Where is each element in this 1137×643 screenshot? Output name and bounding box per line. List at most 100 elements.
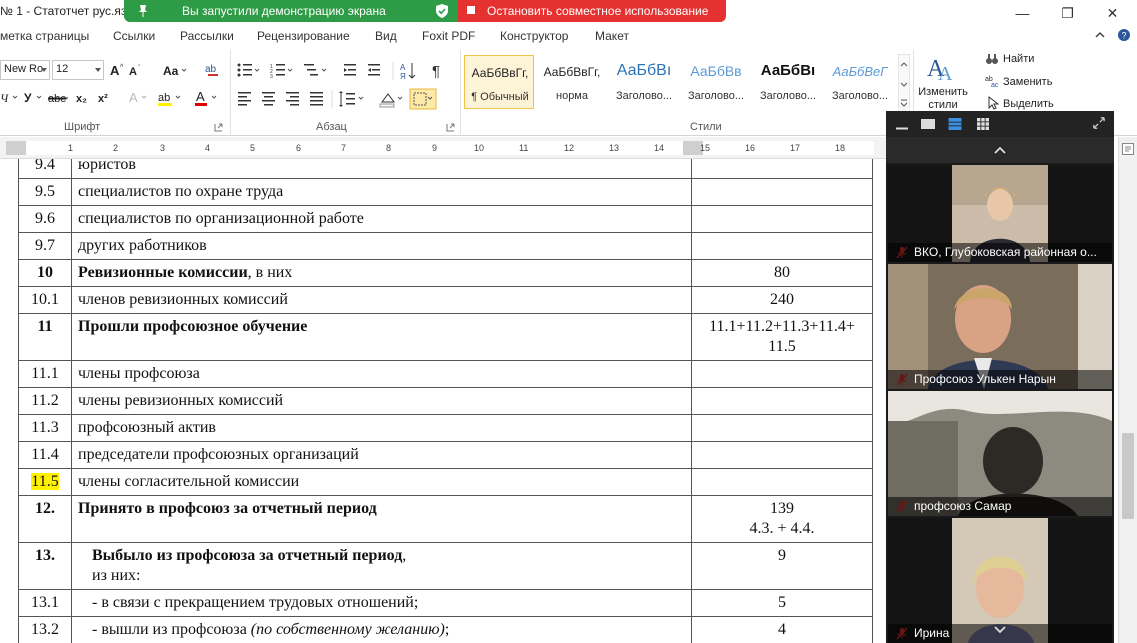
row-number-cell[interactable]: 11.2 — [18, 387, 72, 415]
style-heading-1[interactable]: АаБбВı Заголово... — [609, 55, 679, 109]
pin-icon[interactable] — [136, 4, 150, 18]
row-value-cell[interactable]: 139 4.3. + 4.4. — [691, 495, 873, 543]
row-text-cell[interactable]: председатели профсоюзных организаций — [71, 441, 692, 469]
tab-foxit-pdf[interactable]: Foxit PDF — [422, 29, 475, 43]
row-text-cell[interactable]: других работников — [71, 232, 692, 260]
participant-tile[interactable]: профсоюз Самар — [888, 391, 1112, 516]
dialog-launcher-icon[interactable] — [214, 123, 223, 132]
row-value-cell[interactable] — [691, 414, 873, 442]
help-icon[interactable]: ? — [1117, 28, 1131, 42]
font-name-combo[interactable]: New Ro — [0, 60, 50, 80]
row-number-cell[interactable]: 13.2 — [18, 616, 72, 643]
maximize-button[interactable]: ❐ — [1045, 0, 1090, 26]
tab-design[interactable]: Конструктор — [500, 29, 568, 43]
row-number-cell[interactable]: 9.6 — [18, 205, 72, 233]
row-text-cell[interactable]: Прошли профсоюзное обучение — [71, 313, 692, 361]
grow-shrink-font-icons[interactable]: A ^ Aˇ — [110, 62, 146, 78]
chevron-down-icon[interactable] — [41, 68, 47, 72]
tab-mailings[interactable]: Рассылки — [180, 29, 234, 43]
scroll-down-button[interactable] — [886, 617, 1114, 643]
ruler-toggle-icon[interactable] — [1122, 143, 1134, 155]
clear-formatting-icon[interactable]: ab — [204, 61, 222, 79]
row-number-cell[interactable]: 10.1 — [18, 286, 72, 314]
gallery-view-icon[interactable] — [976, 118, 990, 130]
speaker-view-icon[interactable] — [948, 118, 962, 130]
row-number-cell[interactable]: 10 — [18, 259, 72, 287]
tab-references[interactable]: Ссылки — [113, 29, 155, 43]
row-text-cell[interactable]: юристов — [71, 159, 692, 179]
paragraph-align-buttons[interactable] — [236, 88, 446, 110]
participant-tile[interactable]: ВКО, Глубоковская районная о... — [888, 165, 1112, 262]
row-number-cell[interactable]: 9.5 — [18, 178, 72, 206]
row-text-cell[interactable]: - вышли из профсоюза (по собственному же… — [71, 616, 692, 643]
chevron-up-icon[interactable] — [1093, 28, 1107, 42]
paragraph-list-buttons[interactable]: 123 АЯ ¶ — [236, 60, 456, 82]
minimize-panel-icon[interactable] — [896, 123, 908, 135]
minimize-button[interactable]: — — [1000, 0, 1045, 26]
row-value-cell[interactable] — [691, 468, 873, 496]
row-text-cell[interactable]: Ревизионные комиссии, в них — [71, 259, 692, 287]
style-normal[interactable]: АаБбВвГг, ¶ Обычный — [464, 55, 534, 109]
find-button[interactable]: Найти — [1003, 53, 1034, 65]
row-number-cell[interactable]: 13. — [18, 542, 72, 590]
style-heading-2[interactable]: АаБбВв Заголово... — [681, 55, 751, 109]
row-text-cell[interactable]: члены профсоюза — [71, 360, 692, 388]
scrollbar-thumb[interactable] — [1122, 433, 1134, 519]
scroll-up-button[interactable] — [886, 137, 1114, 163]
row-value-cell[interactable]: 240 — [691, 286, 873, 314]
dialog-launcher-icon[interactable] — [446, 123, 455, 132]
row-value-cell[interactable] — [691, 232, 873, 260]
row-value-cell[interactable] — [691, 178, 873, 206]
close-button[interactable]: ✕ — [1090, 0, 1135, 26]
row-value-cell[interactable] — [691, 360, 873, 388]
row-text-cell[interactable]: профсоюзный актив — [71, 414, 692, 442]
row-number-cell[interactable]: 11.5 — [18, 468, 72, 496]
row-number-cell[interactable]: 11.3 — [18, 414, 72, 442]
style-norma[interactable]: АаБбВвГг, норма — [537, 55, 607, 109]
row-text-cell[interactable]: члены ревизионных комиссий — [71, 387, 692, 415]
styles-gallery-scroll[interactable] — [898, 54, 910, 112]
screen-share-banner[interactable]: Вы запустили демонстрацию экрана — [124, 0, 458, 22]
change-styles-button[interactable]: Изменить стили — [914, 86, 972, 114]
style-heading-4[interactable]: АаБбВеГ Заголово... — [825, 55, 895, 109]
replace-button[interactable]: Заменить — [1003, 76, 1052, 88]
row-text-cell[interactable]: специалистов по организационной работе — [71, 205, 692, 233]
row-number-cell[interactable]: 9.4 — [18, 159, 72, 179]
row-value-cell[interactable]: 80 — [691, 259, 873, 287]
row-text-cell[interactable]: специалистов по охране труда — [71, 178, 692, 206]
row-text-cell[interactable]: члены согласительной комиссии — [71, 468, 692, 496]
row-value-cell[interactable]: 9 — [691, 542, 873, 590]
participant-tile[interactable]: Профсоюз Улькен Нарын — [888, 264, 1112, 389]
stop-sharing-button[interactable]: Остановить совместное использование — [458, 0, 726, 22]
row-value-cell[interactable]: 5 — [691, 589, 873, 617]
tab-page-layout[interactable]: метка страницы — [0, 29, 89, 43]
style-heading-3[interactable]: АаБбВı Заголово... — [753, 55, 823, 109]
row-value-cell[interactable] — [691, 205, 873, 233]
row-number-cell[interactable]: 9.7 — [18, 232, 72, 260]
document-page[interactable]: 9.4 юристов 9.5 специалистов по охране труд… — [0, 159, 886, 643]
row-number-cell[interactable]: 11 — [18, 313, 72, 361]
row-text-cell[interactable]: - в связи с прекращением трудовых отноше… — [71, 589, 692, 617]
font-format-buttons[interactable]: Ч У abe x₂ x² A ab A — [0, 88, 228, 108]
change-styles-icon[interactable]: AA — [926, 52, 958, 82]
chevron-down-icon[interactable] — [95, 68, 101, 72]
horizontal-ruler[interactable]: 3 2 1 4 5 6 7 8 9 10 11 12 13 14 15 16 1… — [0, 137, 886, 159]
row-value-cell[interactable] — [691, 441, 873, 469]
row-value-cell[interactable]: 4 — [691, 616, 873, 643]
row-text-cell[interactable]: Принято в профсоюз за отчетный период — [71, 495, 692, 543]
row-number-cell[interactable]: 12. — [18, 495, 72, 543]
font-size-combo[interactable]: 12 — [52, 60, 104, 80]
row-value-cell[interactable]: 11.1+11.2+11.3+11.4+ 11.5 — [691, 313, 873, 361]
row-text-cell[interactable]: Выбыло из профсоюза за отчетный период, и… — [71, 542, 692, 590]
tab-review[interactable]: Рецензирование — [257, 29, 350, 43]
row-number-cell[interactable]: 11.4 — [18, 441, 72, 469]
change-case-icon[interactable]: Aa — [163, 62, 187, 78]
select-button[interactable]: Выделить — [1003, 98, 1054, 110]
row-number-cell[interactable]: 13.1 — [18, 589, 72, 617]
tab-view[interactable]: Вид — [375, 29, 397, 43]
row-text-cell[interactable]: членов ревизионных комиссий — [71, 286, 692, 314]
document-scrollbar[interactable] — [1118, 137, 1137, 643]
row-value-cell[interactable] — [691, 159, 873, 179]
single-view-icon[interactable] — [921, 118, 935, 130]
row-number-cell[interactable]: 11.1 — [18, 360, 72, 388]
